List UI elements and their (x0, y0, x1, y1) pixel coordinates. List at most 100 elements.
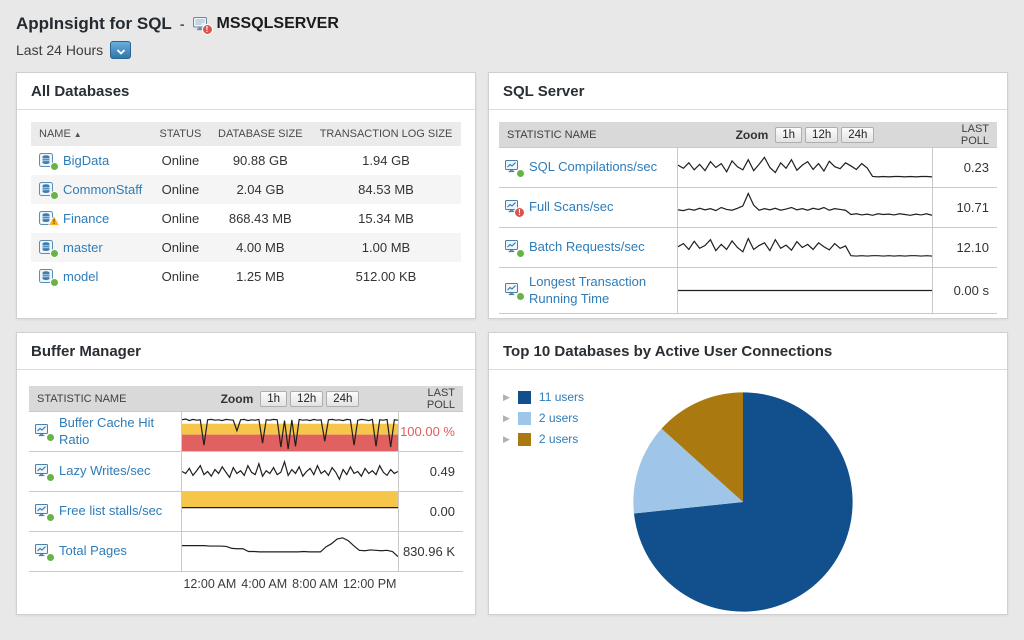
time-axis-tick: 12:00 PM (342, 577, 397, 591)
column-header-database-size[interactable]: DATABASE SIZE (209, 122, 312, 146)
statistic-name-header: STATISTIC NAME (37, 392, 127, 405)
statistic-link[interactable]: Buffer Cache Hit Ratio (29, 412, 181, 451)
statistic-link[interactable]: Longest Transaction Running Time (499, 268, 677, 313)
status-up-icon (50, 278, 59, 287)
database-link[interactable]: CommonStaff (39, 182, 143, 200)
status-up-icon (50, 249, 59, 258)
statistic-link[interactable]: SQL Compilations/sec (499, 148, 677, 187)
zoom-1h-button[interactable]: 1h (260, 390, 288, 407)
statistic-name-header: STATISTIC NAME (507, 128, 597, 141)
statistic-chart-icon (35, 424, 55, 442)
table-row: BigData Online 90.88 GB 1.94 GB (31, 146, 461, 175)
database-icon (39, 153, 59, 171)
panel-title: SQL Server (489, 73, 1007, 110)
database-link[interactable]: BigData (39, 153, 143, 171)
statistic-chart-icon (505, 283, 525, 301)
svg-text:!: ! (53, 219, 55, 226)
log-size-cell: 512.00 KB (355, 269, 417, 284)
zoom-24h-button[interactable]: 24h (841, 126, 875, 143)
log-size-cell: 1.94 GB (362, 153, 410, 168)
table-row: master Online 4.00 MB 1.00 MB (31, 233, 461, 262)
last-poll-value: 830.96 K (402, 544, 455, 559)
zoom-12h-button[interactable]: 12h (805, 126, 839, 143)
statistic-chart-icon (35, 504, 55, 522)
legend-item: ▶ 2 users (503, 411, 584, 425)
buffer-manager-panel: Buffer Manager STATISTIC NAME Zoom 1h 12… (16, 332, 476, 615)
statistic-row: Buffer Cache Hit Ratio 100.00 % (29, 412, 463, 452)
sort-ascending-icon: ▲ (73, 130, 82, 139)
legend-label[interactable]: 11 users (539, 390, 584, 404)
column-header-status[interactable]: STATUS (151, 122, 210, 146)
statistic-chart-icon (505, 160, 525, 178)
time-axis: 12:00 AM 4:00 AM 8:00 AM 12:00 PM (29, 577, 463, 591)
statistic-link[interactable]: ! Full Scans/sec (499, 188, 677, 227)
last-poll-value: 12.10 (956, 240, 989, 255)
databases-table: NAME ▲ STATUS DATABASE SIZE TRANSACTION L… (31, 122, 461, 291)
zoom-label: Zoom (220, 391, 254, 406)
page-header: AppInsight for SQL - ! MSSQLSERVER Last … (16, 14, 1008, 59)
chevron-right-icon[interactable]: ▶ (503, 434, 510, 445)
statistics-table-header: STATISTIC NAME Zoom 1h 12h 24h LAST POLL (29, 386, 463, 412)
log-size-cell: 15.34 MB (358, 211, 414, 226)
last-poll-value: 0.49 (429, 464, 455, 479)
sparkline-chart (181, 492, 399, 531)
statistic-row: Total Pages 830.96 K (29, 532, 463, 572)
statistic-chart-icon: ! (505, 200, 525, 218)
statistic-link[interactable]: Batch Requests/sec (499, 228, 677, 267)
column-header-transaction-log-size[interactable]: TRANSACTION LOG SIZE (311, 122, 461, 146)
title-separator: - (179, 16, 185, 32)
log-size-cell: 84.53 MB (358, 182, 414, 197)
legend-label[interactable]: 2 users (539, 432, 578, 446)
database-size-cell: 1.25 MB (236, 269, 285, 284)
time-range-dropdown-button[interactable] (110, 41, 132, 59)
pie-legend: ▶ 11 users ▶ 2 users ▶ 2 users (503, 390, 584, 446)
statistic-row: ! Full Scans/sec 10.71 (499, 188, 997, 228)
panel-title: Top 10 Databases by Active User Connecti… (489, 333, 1007, 370)
time-range-label: Last 24 Hours (16, 42, 104, 58)
database-link[interactable]: ! Finance (39, 211, 143, 226)
server-icon: ! (192, 16, 213, 35)
legend-label[interactable]: 2 users (539, 411, 578, 425)
time-axis-tick: 8:00 AM (292, 577, 338, 591)
time-axis-tick: 12:00 AM (183, 577, 237, 591)
zoom-12h-button[interactable]: 12h (290, 390, 324, 407)
zoom-label: Zoom (735, 127, 769, 142)
database-size-cell: 868.43 MB (228, 211, 292, 226)
statistic-row: Free list stalls/sec 0.00 (29, 492, 463, 532)
sparkline-chart (677, 148, 933, 187)
status-up-icon (50, 162, 59, 171)
database-size-cell: 2.04 GB (236, 182, 285, 197)
sparkline-chart (677, 268, 933, 313)
status-up-icon (516, 292, 525, 301)
status-up-icon (46, 513, 55, 522)
statistic-chart-icon (35, 464, 55, 482)
status-up-icon (516, 169, 525, 178)
database-link[interactable]: master (39, 240, 143, 258)
column-header-name[interactable]: NAME ▲ (31, 122, 152, 146)
legend-item: ▶ 2 users (503, 432, 584, 446)
table-row: model Online 1.25 MB 512.00 KB (31, 262, 461, 291)
status-up-icon (516, 249, 525, 258)
statistic-row: Lazy Writes/sec 0.49 (29, 452, 463, 492)
database-link[interactable]: model (39, 269, 143, 287)
status-cell: Online (161, 211, 200, 226)
last-poll-header: LAST POLL (960, 122, 989, 147)
statistic-link[interactable]: Free list stalls/sec (29, 492, 181, 531)
status-cell: Online (161, 182, 200, 197)
statistics-table-header: STATISTIC NAME Zoom 1h 12h 24h LAST POLL (499, 122, 997, 148)
database-icon: ! (39, 211, 61, 226)
statistic-row: Batch Requests/sec 12.10 (499, 228, 997, 268)
statistic-chart-icon (505, 240, 525, 258)
zoom-24h-button[interactable]: 24h (326, 390, 360, 407)
chevron-right-icon[interactable]: ▶ (503, 413, 510, 424)
statistic-link[interactable]: Total Pages (29, 532, 181, 571)
status-cell: Online (161, 153, 200, 168)
statistic-link[interactable]: Lazy Writes/sec (29, 452, 181, 491)
table-row: CommonStaff Online 2.04 GB 84.53 MB (31, 175, 461, 204)
last-poll-value: 100.00 % (400, 424, 455, 439)
statistic-row: Longest Transaction Running Time 0.00 s (499, 268, 997, 314)
sparkline-chart (677, 188, 933, 227)
pie-chart[interactable] (630, 389, 856, 614)
chevron-right-icon[interactable]: ▶ (503, 392, 510, 403)
zoom-1h-button[interactable]: 1h (775, 126, 803, 143)
